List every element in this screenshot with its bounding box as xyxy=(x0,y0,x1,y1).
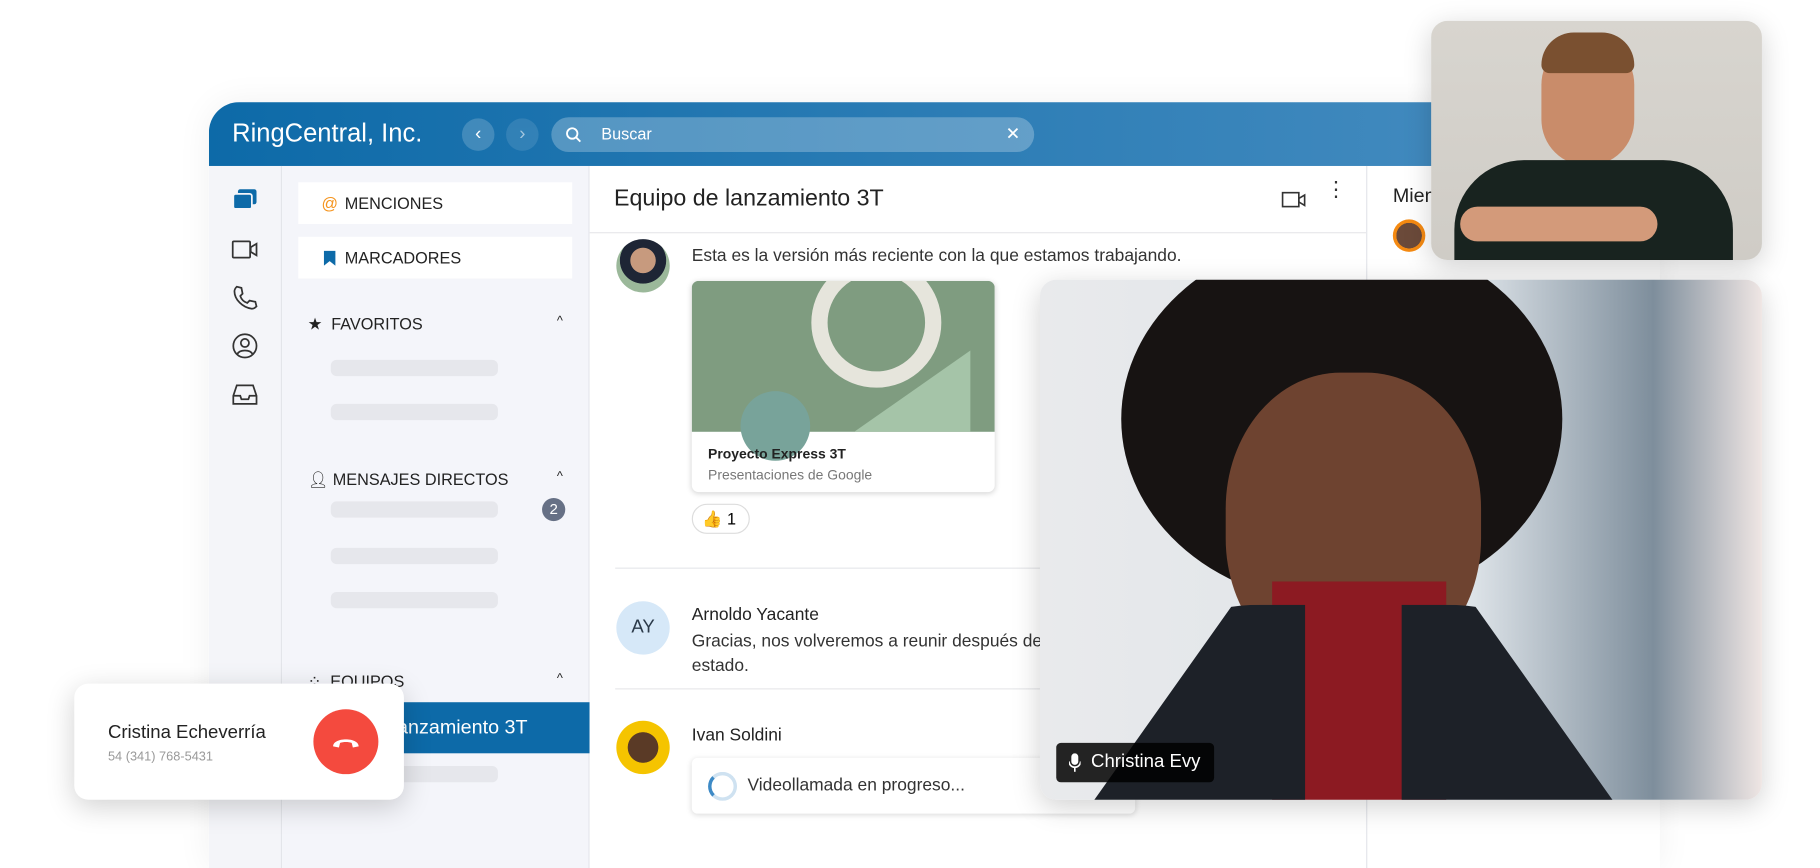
clear-search-icon[interactable]: ✕ xyxy=(1006,123,1021,144)
participant-name: Christina Evy xyxy=(1091,752,1201,772)
thumbs-up-icon: 👍 xyxy=(702,509,723,529)
attachment-title: Proyecto Express 3T xyxy=(708,445,846,462)
more-options-icon[interactable]: ⋮ xyxy=(1326,179,1347,200)
attachment-subtitle: Presentaciones de Google xyxy=(708,466,873,483)
section-direct-messages[interactable]: 👤︎ MENSAJES DIRECTOS ^ xyxy=(308,470,563,490)
spinner-icon xyxy=(708,771,738,801)
favorites-label: FAVORITOS xyxy=(331,314,423,334)
video-call-status-text: Videollamada en progreso... xyxy=(747,775,965,796)
attachment-thumbnail xyxy=(691,280,995,461)
bookmarks-label: MARCADORES xyxy=(344,248,462,267)
caller-number: 54 (341) 768-5431 xyxy=(107,749,214,764)
chevron-up-icon[interactable]: ^ xyxy=(557,672,563,686)
chevron-up-icon[interactable]: ^ xyxy=(557,315,563,329)
back-button[interactable]: ‹ xyxy=(461,118,495,151)
avatar[interactable] xyxy=(616,239,670,293)
list-item[interactable] xyxy=(330,403,498,421)
attachment-card[interactable]: Proyecto Express 3T Presentaciones de Go… xyxy=(691,280,995,493)
app-title: RingCentral, Inc. xyxy=(232,118,423,148)
member-avatar[interactable] xyxy=(1392,219,1426,252)
video-call-icon[interactable] xyxy=(1281,190,1307,209)
microphone-icon xyxy=(1069,753,1081,772)
message-text-continued: estado. xyxy=(691,655,749,676)
search-placeholder: Buscar xyxy=(601,124,652,143)
avatar[interactable]: AY xyxy=(616,601,670,655)
star-icon: ★ xyxy=(307,314,323,334)
mentions-label: MENCIONES xyxy=(344,193,444,213)
video-tile-participant[interactable] xyxy=(1431,20,1762,260)
phone-icon[interactable] xyxy=(231,283,259,311)
end-call-button[interactable] xyxy=(313,709,379,775)
person-icon: 👤︎ xyxy=(307,470,329,489)
message-text: Gracias, nos volveremos a reunir después… xyxy=(691,631,1043,652)
search-icon xyxy=(566,127,582,143)
reaction-thumbs-up[interactable]: 👍 1 xyxy=(691,503,750,534)
chevron-up-icon[interactable]: ^ xyxy=(557,470,563,484)
inbox-icon[interactable] xyxy=(231,381,259,409)
section-favorites[interactable]: ★ FAVORITOS ^ xyxy=(308,315,563,335)
messages-icon[interactable] xyxy=(231,187,259,215)
bookmark-icon xyxy=(323,250,336,266)
chat-header: Equipo de lanzamiento 3T ⋮ xyxy=(589,166,1367,234)
chat-title: Equipo de lanzamiento 3T xyxy=(614,185,884,212)
forward-button[interactable]: › xyxy=(506,118,539,151)
sidebar-item-bookmarks[interactable]: MARCADORES xyxy=(298,236,573,279)
direct-label: MENSAJES DIRECTOS xyxy=(332,470,509,489)
list-item[interactable] xyxy=(330,359,498,377)
unread-badge: 2 xyxy=(542,497,566,522)
video-main[interactable]: Christina Evy xyxy=(1039,279,1762,800)
avatar[interactable] xyxy=(616,720,670,775)
active-call-card: Cristina Echeverría 54 (341) 768-5431 xyxy=(74,683,404,800)
contacts-icon[interactable] xyxy=(231,332,259,360)
list-item[interactable] xyxy=(330,501,498,518)
list-item[interactable] xyxy=(330,547,498,565)
message-author[interactable]: Ivan Soldini xyxy=(692,725,782,745)
search-input[interactable]: Buscar ✕ xyxy=(551,117,1035,153)
hang-up-icon xyxy=(333,739,359,748)
at-icon: @ xyxy=(321,193,339,213)
list-item[interactable] xyxy=(330,591,498,609)
sidebar-item-mentions[interactable]: @ MENCIONES xyxy=(298,182,573,225)
video-icon[interactable] xyxy=(231,236,259,264)
message-text: Esta es la versión más reciente con la q… xyxy=(691,246,1182,266)
caller-name: Cristina Echeverría xyxy=(107,723,266,743)
reaction-count: 1 xyxy=(726,509,737,529)
message-author[interactable]: Arnoldo Yacante xyxy=(692,605,819,625)
participant-name-tag: Christina Evy xyxy=(1056,742,1215,783)
